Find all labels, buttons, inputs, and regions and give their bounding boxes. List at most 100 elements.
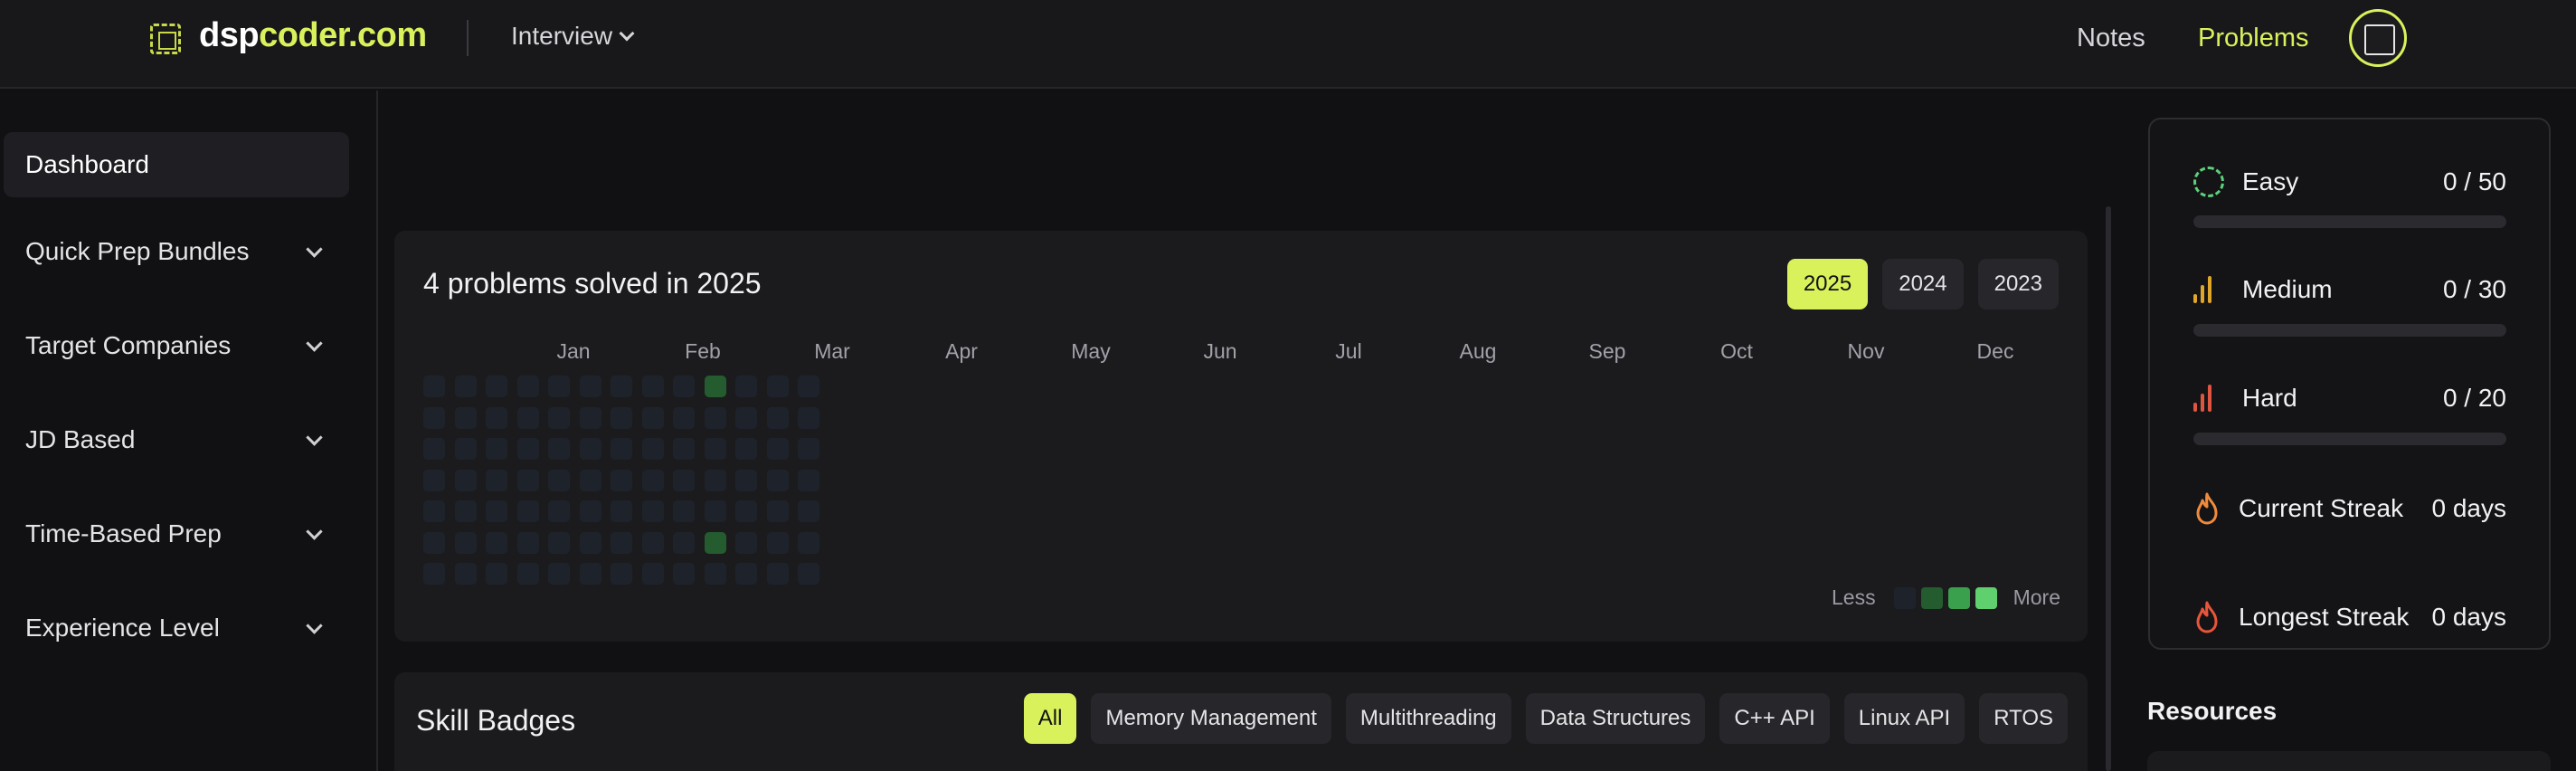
heatmap-cell[interactable] xyxy=(735,470,757,491)
filter-rtos[interactable]: RTOS xyxy=(1979,693,2068,744)
sidebar-item-target-companies[interactable]: Target Companies xyxy=(4,313,349,378)
heatmap-cell[interactable] xyxy=(423,532,445,554)
heatmap-cell[interactable] xyxy=(423,500,445,522)
heatmap-cell[interactable] xyxy=(486,407,507,429)
heatmap-cell[interactable] xyxy=(705,407,726,429)
heatmap-cell[interactable] xyxy=(486,376,507,397)
interview-dropdown[interactable]: Interview xyxy=(511,22,635,51)
heatmap-cell[interactable] xyxy=(767,438,789,460)
heatmap-cell[interactable] xyxy=(673,438,695,460)
heatmap-cell[interactable] xyxy=(548,500,570,522)
heatmap-cell[interactable] xyxy=(798,500,819,522)
sidebar-item-dashboard[interactable]: Dashboard xyxy=(4,132,349,197)
heatmap-cell[interactable] xyxy=(486,563,507,585)
heatmap-cell[interactable] xyxy=(735,532,757,554)
heatmap-cell[interactable] xyxy=(798,532,819,554)
heatmap-cell[interactable] xyxy=(611,407,632,429)
heatmap-cell[interactable] xyxy=(548,376,570,397)
heatmap-cell[interactable] xyxy=(580,532,601,554)
heatmap-cell[interactable] xyxy=(455,563,477,585)
year-button-2023[interactable]: 2023 xyxy=(1977,259,2059,309)
heatmap-cell[interactable] xyxy=(767,407,789,429)
heatmap-cell[interactable] xyxy=(548,563,570,585)
heatmap-cell[interactable] xyxy=(735,376,757,397)
heatmap-cell[interactable] xyxy=(798,407,819,429)
filter-all[interactable]: All xyxy=(1023,693,1077,744)
heatmap-cell[interactable] xyxy=(735,438,757,460)
heatmap-cell[interactable] xyxy=(673,470,695,491)
heatmap-cell[interactable] xyxy=(580,470,601,491)
heatmap-cell[interactable] xyxy=(798,470,819,491)
heatmap-cell[interactable] xyxy=(423,563,445,585)
nav-link-notes[interactable]: Notes xyxy=(2077,24,2145,53)
heatmap-cell[interactable] xyxy=(580,376,601,397)
year-button-2025[interactable]: 2025 xyxy=(1786,259,1869,309)
heatmap-cell[interactable] xyxy=(548,438,570,460)
heatmap-cell[interactable] xyxy=(423,376,445,397)
heatmap-cell[interactable] xyxy=(642,500,664,522)
heatmap-cell[interactable] xyxy=(548,470,570,491)
heatmap-cell[interactable] xyxy=(548,532,570,554)
heatmap-cell[interactable] xyxy=(486,438,507,460)
heatmap-cell-active[interactable] xyxy=(705,532,726,554)
heatmap-cell[interactable] xyxy=(767,532,789,554)
sidebar-item-quick-prep-bundles[interactable]: Quick Prep Bundles xyxy=(4,219,349,284)
heatmap-cell[interactable] xyxy=(767,563,789,585)
heatmap-cell[interactable] xyxy=(423,407,445,429)
heatmap-cell-active[interactable] xyxy=(705,376,726,397)
heatmap-cell[interactable] xyxy=(735,407,757,429)
heatmap-cell[interactable] xyxy=(705,470,726,491)
main-scrollbar[interactable] xyxy=(2106,206,2111,771)
heatmap-cell[interactable] xyxy=(798,563,819,585)
heatmap-cell[interactable] xyxy=(455,532,477,554)
heatmap-cell[interactable] xyxy=(673,532,695,554)
heatmap-cell[interactable] xyxy=(517,470,539,491)
heatmap-cell[interactable] xyxy=(642,376,664,397)
filter-data-structures[interactable]: Data Structures xyxy=(1525,693,1706,744)
heatmap-cell[interactable] xyxy=(580,500,601,522)
heatmap-cell[interactable] xyxy=(611,532,632,554)
filter-memory-management[interactable]: Memory Management xyxy=(1091,693,1331,744)
heatmap-cell[interactable] xyxy=(767,470,789,491)
heatmap-cell[interactable] xyxy=(611,563,632,585)
heatmap-cell[interactable] xyxy=(642,438,664,460)
heatmap-cell[interactable] xyxy=(735,563,757,585)
heatmap-cell[interactable] xyxy=(798,438,819,460)
heatmap-cell[interactable] xyxy=(517,563,539,585)
sidebar-item-time-based-prep[interactable]: Time-Based Prep xyxy=(4,501,349,566)
heatmap-cell[interactable] xyxy=(642,470,664,491)
user-avatar[interactable] xyxy=(2349,9,2407,67)
heatmap-cell[interactable] xyxy=(611,376,632,397)
heatmap-cell[interactable] xyxy=(798,376,819,397)
heatmap-cell[interactable] xyxy=(517,407,539,429)
heatmap-cell[interactable] xyxy=(580,563,601,585)
heatmap-cell[interactable] xyxy=(673,376,695,397)
heatmap-cell[interactable] xyxy=(705,500,726,522)
heatmap-cell[interactable] xyxy=(517,532,539,554)
filter-linux-api[interactable]: Linux API xyxy=(1843,693,1965,744)
heatmap-cell[interactable] xyxy=(517,500,539,522)
heatmap-cell[interactable] xyxy=(767,500,789,522)
heatmap-cell[interactable] xyxy=(642,407,664,429)
heatmap-cell[interactable] xyxy=(673,563,695,585)
heatmap-cell[interactable] xyxy=(611,470,632,491)
heatmap-cell[interactable] xyxy=(423,470,445,491)
heatmap-cell[interactable] xyxy=(455,500,477,522)
heatmap-cell[interactable] xyxy=(673,500,695,522)
heatmap-cell[interactable] xyxy=(517,376,539,397)
heatmap-cell[interactable] xyxy=(767,376,789,397)
sidebar-item-jd-based[interactable]: JD Based xyxy=(4,407,349,472)
heatmap-cell[interactable] xyxy=(548,407,570,429)
heatmap-cell[interactable] xyxy=(642,532,664,554)
heatmap-cell[interactable] xyxy=(486,532,507,554)
heatmap-cell[interactable] xyxy=(611,500,632,522)
heatmap-cell[interactable] xyxy=(455,470,477,491)
site-logo[interactable]: dspcoder.com xyxy=(199,16,427,55)
sidebar-item-experience-level[interactable]: Experience Level xyxy=(4,595,349,661)
heatmap-cell[interactable] xyxy=(455,407,477,429)
filter-multithreading[interactable]: Multithreading xyxy=(1345,693,1511,744)
heatmap-cell[interactable] xyxy=(486,470,507,491)
year-button-2024[interactable]: 2024 xyxy=(1882,259,1964,309)
heatmap-cell[interactable] xyxy=(705,438,726,460)
heatmap-cell[interactable] xyxy=(673,407,695,429)
